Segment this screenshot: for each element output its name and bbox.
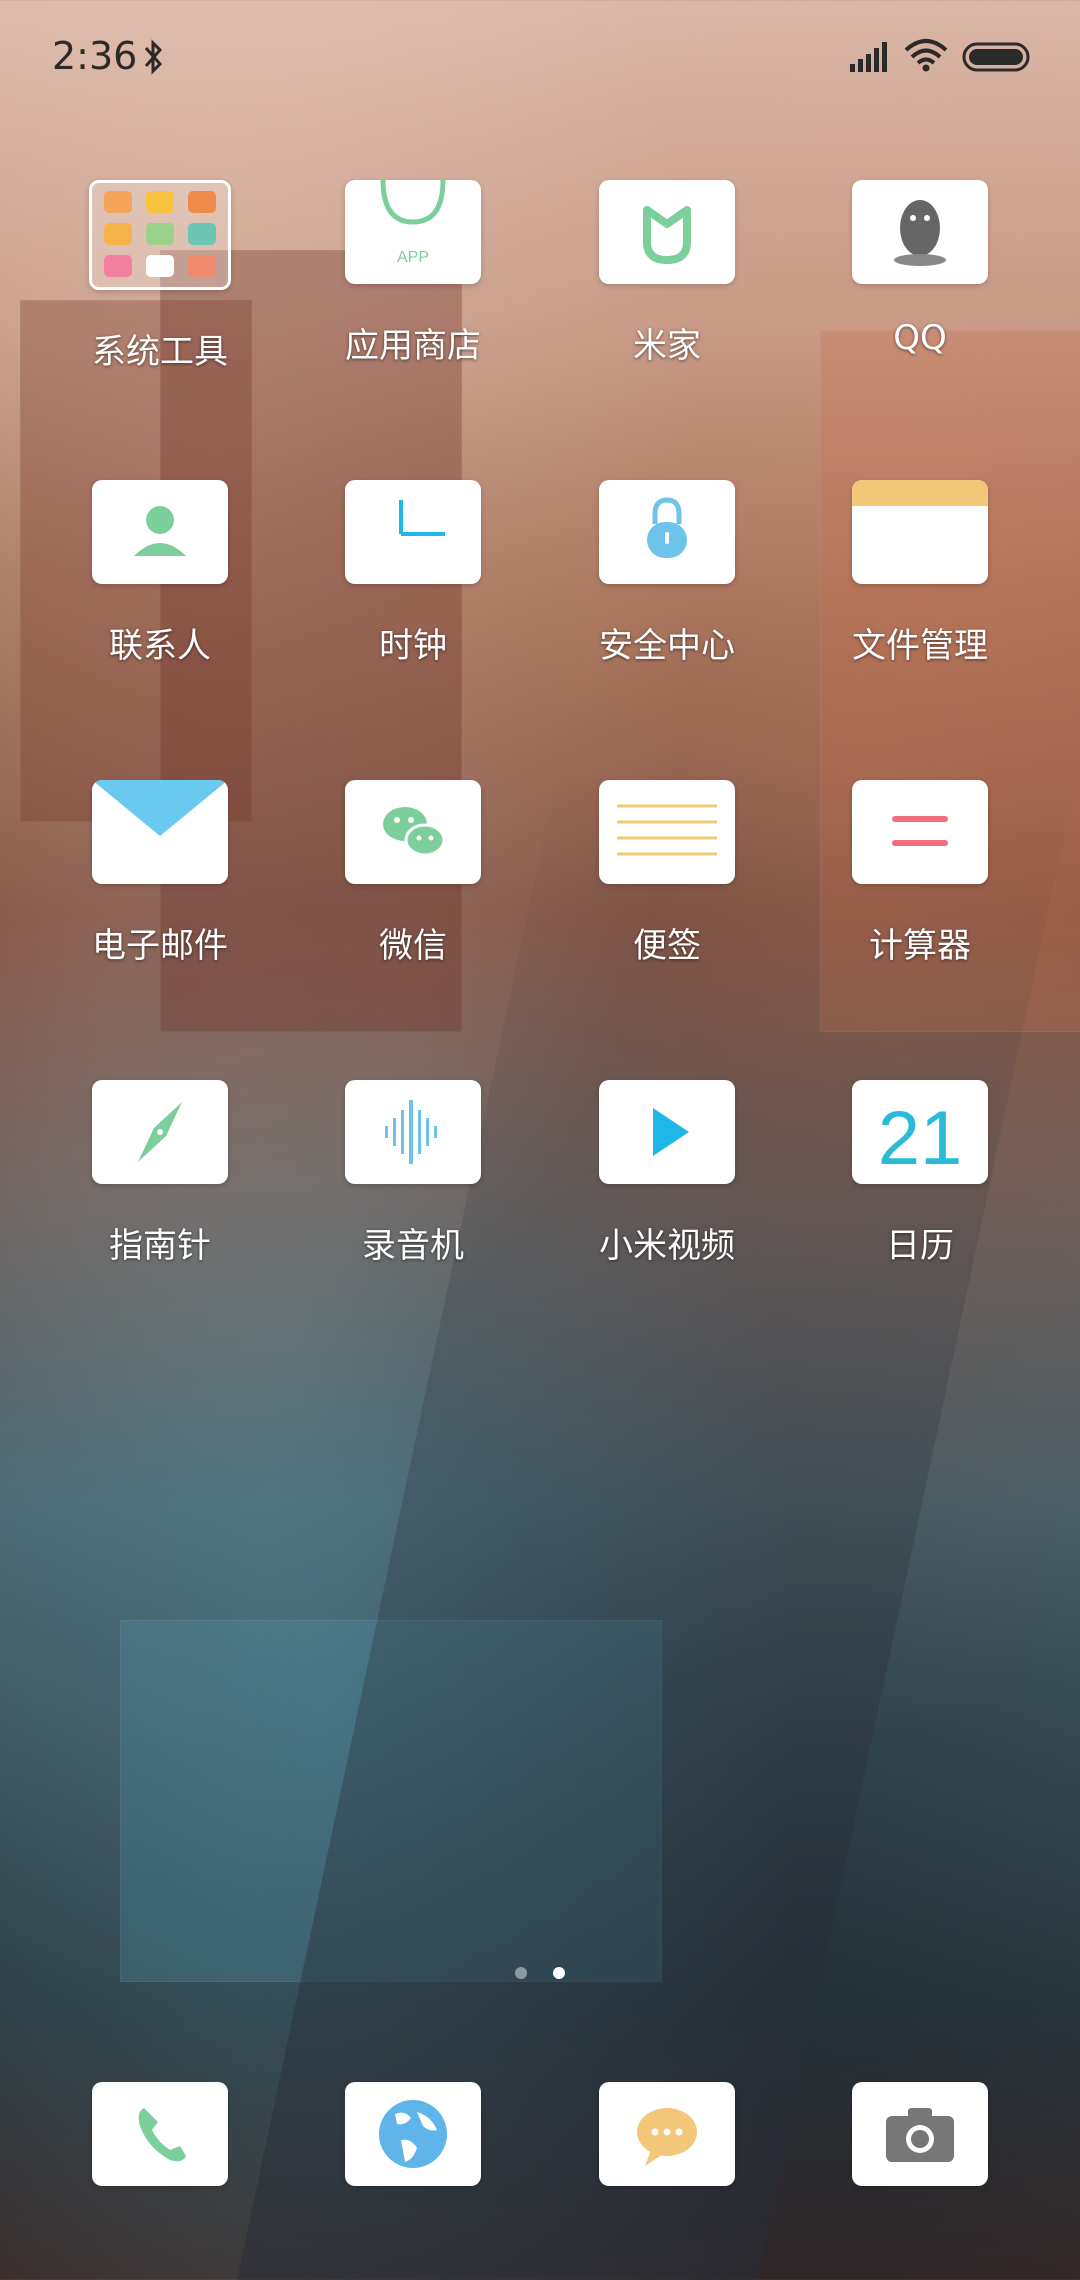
battery-icon (962, 42, 1030, 72)
app-store-icon: APP (345, 180, 481, 284)
cellular-signal-icon (850, 42, 887, 72)
app-label: 小米视频 (599, 1226, 735, 1266)
qq-penguin-icon (852, 180, 988, 284)
messages-icon (599, 2082, 735, 2186)
app-label: 米家 (633, 326, 701, 366)
recorder-icon (345, 1080, 481, 1184)
contacts-icon (92, 480, 228, 584)
calendar-date-text: 21 (878, 1096, 963, 1181)
app-security-center[interactable]: 安全中心 (577, 480, 757, 667)
app-label: 文件管理 (852, 626, 988, 666)
app-store-tile-text: APP (397, 249, 429, 266)
clock-icon (345, 480, 481, 584)
dock-phone[interactable] (70, 2082, 250, 2186)
compass-icon (92, 1080, 228, 1184)
calendar-icon: 21 (852, 1080, 988, 1184)
dock-camera[interactable] (830, 2082, 1010, 2186)
app-calculator[interactable]: 计算器 (830, 780, 1010, 967)
calculator-icon (852, 780, 988, 884)
browser-globe-icon (345, 2082, 481, 2186)
wifi-icon (904, 39, 948, 72)
app-label: 应用商店 (345, 326, 481, 366)
page-indicator (0, 1964, 1080, 1983)
app-qq[interactable]: QQ (830, 180, 1010, 358)
app-label: 指南针 (109, 1226, 211, 1266)
app-recorder[interactable]: 录音机 (323, 1080, 503, 1267)
wechat-icon (345, 780, 481, 884)
page-dot-active[interactable] (552, 1967, 565, 1979)
file-manager-icon (852, 480, 988, 584)
app-contacts[interactable]: 联系人 (70, 480, 250, 667)
app-label: 安全中心 (599, 626, 735, 666)
app-label: 录音机 (362, 1226, 464, 1266)
status-bar: 2:36 (0, 0, 1080, 120)
app-mijia[interactable]: 米家 (577, 180, 757, 367)
video-play-icon (599, 1080, 735, 1184)
app-label: 计算器 (869, 926, 971, 966)
app-wechat[interactable]: 微信 (323, 780, 503, 967)
app-file-manager[interactable]: 文件管理 (830, 480, 1010, 667)
app-label: 电子邮件 (92, 926, 228, 966)
status-time: 2:36 (52, 34, 138, 78)
folder-icon (89, 180, 231, 290)
camera-icon (852, 2082, 988, 2186)
phone-icon (92, 2082, 228, 2186)
app-email[interactable]: 电子邮件 (70, 780, 250, 967)
mijia-icon (599, 180, 735, 284)
app-label: QQ (893, 318, 947, 358)
bluetooth-icon (144, 39, 163, 75)
app-app-store[interactable]: APP 应用商店 (323, 180, 503, 367)
notes-icon (599, 780, 735, 884)
app-label: 联系人 (109, 626, 211, 666)
app-label: 日历 (886, 1226, 954, 1266)
app-label: 便签 (633, 926, 701, 966)
app-compass[interactable]: 指南针 (70, 1080, 250, 1267)
page-dot[interactable] (515, 1967, 528, 1979)
app-notes[interactable]: 便签 (577, 780, 757, 967)
app-mi-video[interactable]: 小米视频 (577, 1080, 757, 1267)
app-calendar[interactable]: 21 日历 (830, 1080, 1010, 1267)
email-icon (92, 780, 228, 884)
app-clock[interactable]: 时钟 (323, 480, 503, 667)
dock-messages[interactable] (577, 2082, 757, 2186)
app-label: 微信 (379, 926, 447, 966)
dock-browser[interactable] (323, 2082, 503, 2186)
app-system-tools-folder[interactable]: 系统工具 (70, 180, 250, 373)
security-lock-icon (599, 480, 735, 584)
app-label: 时钟 (379, 626, 447, 666)
app-label: 系统工具 (92, 332, 228, 372)
